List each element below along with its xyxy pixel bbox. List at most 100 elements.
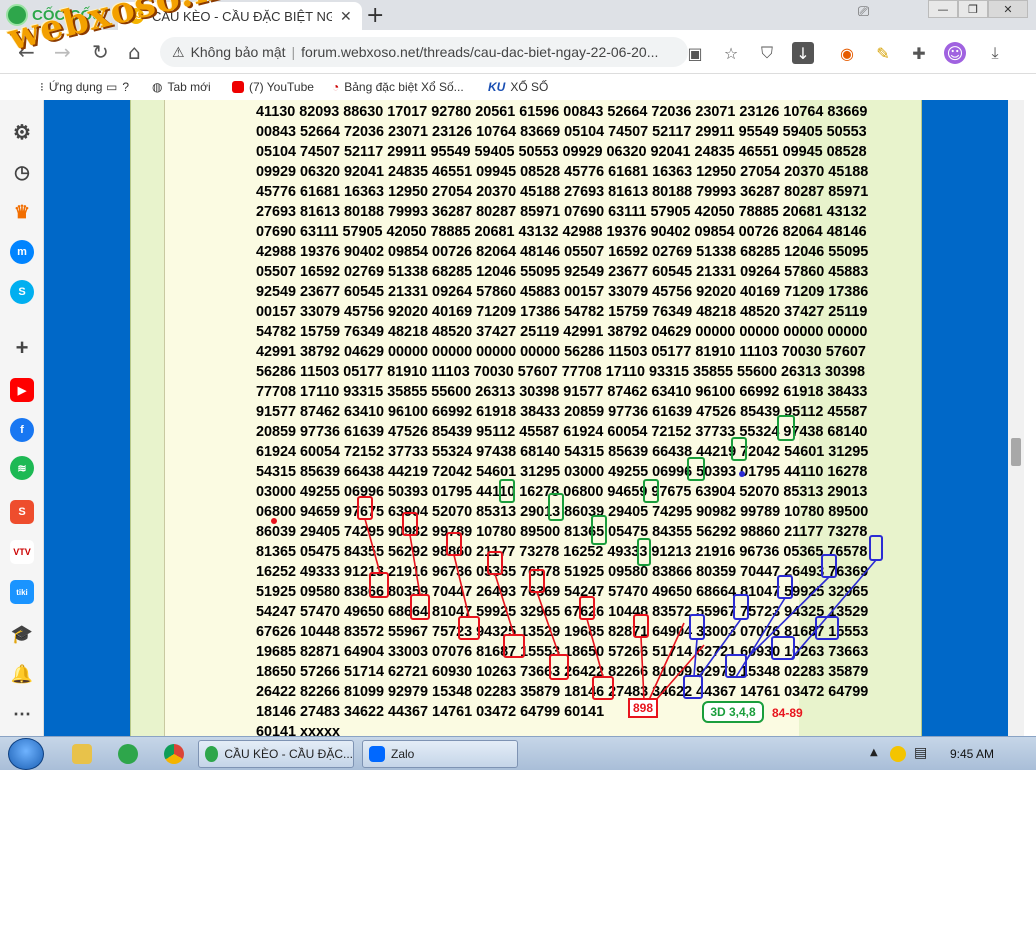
home-icon[interactable]: ⌂ — [128, 40, 141, 64]
close-window-button[interactable]: ✕ — [988, 0, 1028, 18]
bookmark-apps[interactable]: ⁝ Ứng dụng — [40, 80, 102, 94]
page-action-icon[interactable]: ▣ — [684, 42, 706, 64]
url-text: forum.webxoso.net/threads/cau-dac-biet-n… — [301, 44, 659, 60]
settings-gear-icon[interactable]: ⚙ — [10, 120, 34, 144]
profile-avatar-icon[interactable]: ☺ — [944, 42, 966, 64]
extensions-puzzle-icon[interactable]: ✚ — [908, 42, 930, 64]
youtube-sidebar-icon[interactable]: ▶ — [10, 378, 34, 402]
red-annotation-box — [458, 616, 480, 640]
red-annotation-box — [369, 572, 389, 598]
green-annotation-box — [643, 479, 659, 503]
crown-icon[interactable]: ♛ — [10, 200, 34, 224]
blue-annotation-box — [771, 636, 795, 660]
page-content: 41130 82093 88630 17017 92780 20561 6159… — [44, 100, 1024, 736]
red-annotation-line — [536, 591, 560, 656]
blue-annotation-box — [869, 535, 883, 561]
system-clock[interactable]: 9:45 AM — [950, 747, 994, 761]
apps-icon: ⁝ — [40, 80, 44, 94]
tab-close-icon[interactable]: ✕ — [340, 8, 352, 25]
blue-annotation-line — [693, 638, 698, 677]
green-annotation-box — [637, 538, 651, 566]
tray-arrow-icon[interactable]: ▲ — [870, 747, 878, 758]
coccoc-taskbar-icon[interactable] — [118, 744, 138, 764]
downloads-icon[interactable]: ⤓ — [984, 42, 1006, 64]
url-field[interactable]: ⚠ Không bảo mật | forum.webxoso.net/thre… — [160, 37, 688, 67]
blue-dot-marker — [739, 471, 745, 477]
green-annotation-box — [548, 493, 564, 521]
restore-button[interactable]: ❐ — [958, 0, 988, 18]
address-bar: ← → ↻ ⌂ ⚠ Không bảo mật | forum.webxoso.… — [0, 30, 1036, 74]
minimize-button[interactable]: — — [928, 0, 958, 18]
screen: CỐC CỐC XS CẦU KÈO - CẦU ĐẶC BIỆT NG ✕ +… — [0, 0, 1036, 952]
red-annotation-line — [453, 554, 470, 618]
more-icon[interactable]: ⋯ — [10, 702, 34, 726]
red-annotation-box — [529, 569, 545, 593]
new-tab-button[interactable]: + — [366, 3, 384, 28]
blue-annotation-box — [777, 575, 793, 599]
taskbar-item-zalo[interactable]: Zalo — [362, 740, 518, 768]
annotation-overlay — [271, 415, 883, 701]
green-annotation-box — [591, 515, 607, 545]
blue-annotation-box — [689, 614, 705, 640]
youtube-icon — [232, 81, 244, 93]
notification-bell-icon[interactable]: 🔔 — [10, 662, 34, 686]
bookmark-xoso[interactable]: KU XỔ SỐ — [488, 80, 548, 94]
red-annotation-line — [586, 618, 604, 678]
bookmark-xoso-table[interactable]: ◔ Bảng đặc biệt Xổ Số... — [332, 80, 464, 94]
add-sidebar-icon[interactable]: + — [10, 335, 34, 360]
red-annotation-box — [357, 496, 373, 520]
spotify-icon[interactable]: ≋ — [10, 456, 34, 480]
shopee-icon[interactable]: S — [10, 500, 34, 524]
history-icon[interactable]: ◷ — [10, 160, 34, 184]
tiki-icon[interactable]: tiki — [10, 580, 34, 604]
screenshot-icon[interactable]: ⎚ — [858, 4, 869, 20]
chrome-icon[interactable] — [164, 744, 184, 764]
red-annotation-box — [446, 532, 462, 556]
folder-icon: ▭ — [106, 80, 118, 94]
tray-coccoc-icon[interactable] — [890, 746, 906, 762]
reload-icon[interactable]: ↻ — [92, 40, 109, 64]
bookmark-youtube[interactable]: (7) YouTube — [232, 80, 314, 94]
bookmark-folder[interactable]: ▭? — [106, 80, 129, 94]
taskbar-item-browser[interactable]: CẦU KÈO - CẦU ĐẶC... — [198, 740, 354, 768]
blue-annotation-box — [821, 554, 837, 578]
ku-icon: KU — [488, 80, 506, 94]
messenger-icon[interactable]: m — [10, 240, 34, 264]
start-button[interactable] — [8, 738, 44, 770]
warning-icon: ⚠ — [172, 43, 185, 60]
chrome-extension-icon[interactable]: ◉ — [836, 42, 858, 64]
windows-taskbar: CẦU KÈO - CẦU ĐẶC... Zalo ▲ ▤ 9:45 AM — [0, 736, 1036, 770]
green-annotation-box — [731, 437, 747, 461]
file-explorer-icon[interactable] — [72, 744, 92, 764]
red-annotation-box — [402, 512, 418, 536]
vtv-go-icon[interactable]: VTV — [10, 540, 34, 564]
scroll-thumb[interactable] — [1011, 438, 1021, 466]
green-annotation-box — [687, 457, 705, 481]
network-icon[interactable]: ▤ — [914, 745, 927, 761]
red-annotation-line — [494, 573, 515, 636]
page-scrollbar[interactable] — [1008, 100, 1024, 736]
red-annotation-box — [487, 551, 503, 575]
bookmark-star-icon[interactable]: ☆ — [720, 42, 742, 64]
blue-annotation-box — [733, 594, 749, 620]
bookmark-new-tab[interactable]: ◍ Tab mới — [152, 80, 211, 94]
red-annotation-box — [503, 634, 525, 658]
skype-icon[interactable]: S — [10, 280, 34, 304]
pencil-icon[interactable]: ✎ — [872, 42, 894, 64]
red-annotation-box — [592, 676, 614, 700]
result-red-box: 898 — [628, 698, 658, 718]
globe-icon: ◍ — [152, 80, 163, 94]
security-label: Không bảo mật — [190, 44, 286, 60]
education-icon[interactable]: 🎓 — [10, 622, 34, 646]
result-pair-label: 84-89 — [772, 706, 803, 720]
result-green-box: 3D 3,4,8 — [702, 701, 764, 723]
blue-annotation-line — [791, 559, 877, 659]
download-extension-icon[interactable]: ↓ — [792, 42, 814, 64]
bookmarks-bar: ⁝ Ứng dụng ▭? ◍ Tab mới (7) YouTube ◔ Bảng … — [0, 74, 1036, 100]
green-annotation-box — [777, 415, 795, 441]
red-annotation-box — [410, 594, 430, 620]
shield-icon[interactable]: ⛉ — [756, 42, 778, 64]
blue-annotation-box — [683, 675, 703, 699]
blue-annotation-line — [698, 618, 742, 678]
facebook-icon[interactable]: f — [10, 418, 34, 442]
